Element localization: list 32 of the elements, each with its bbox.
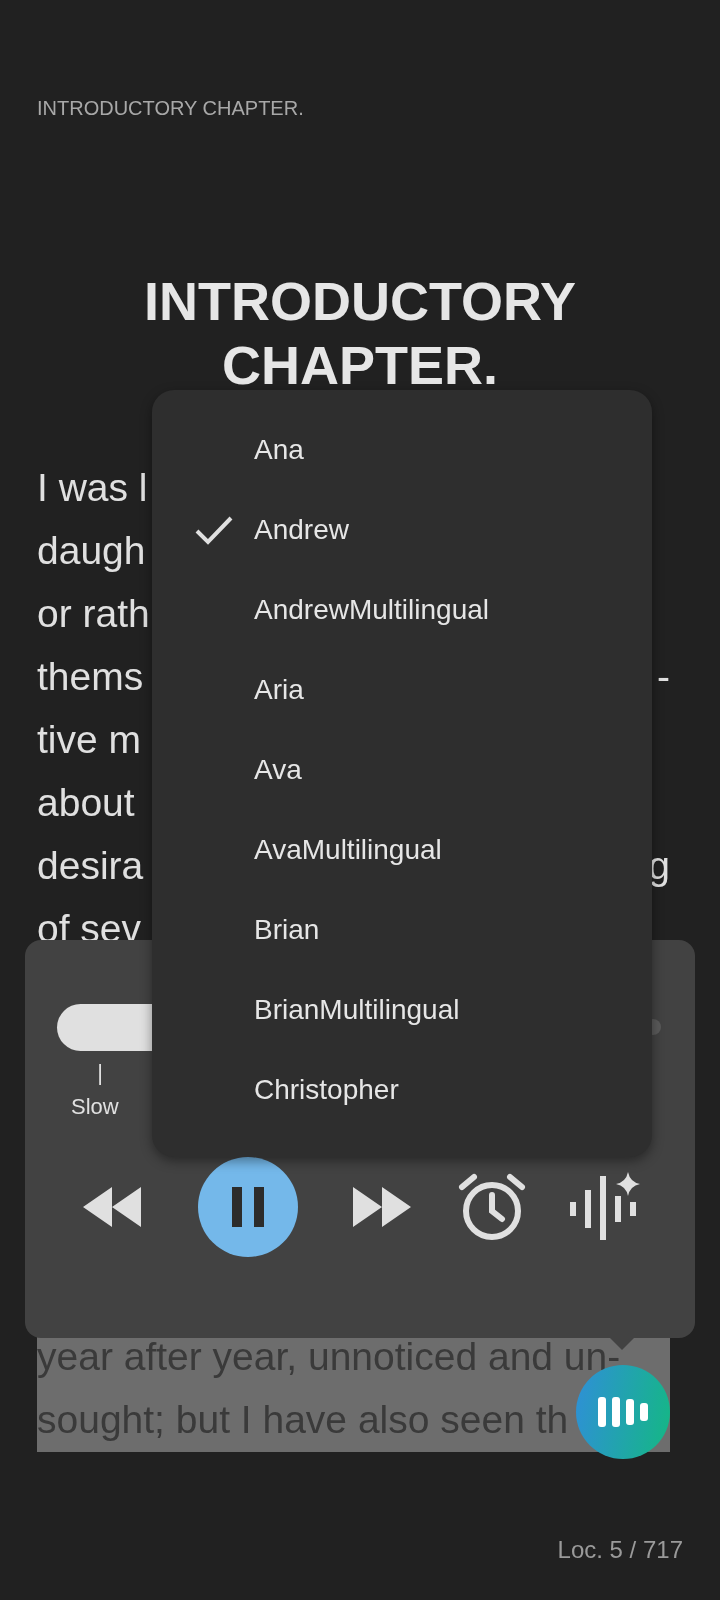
sparkle-waveform-icon <box>570 1172 642 1242</box>
alarm-clock-icon <box>458 1173 526 1241</box>
voice-menu-item[interactable]: AvaMultilingual <box>152 810 652 890</box>
book-text-line: desira <box>37 845 144 886</box>
voice-menu-item[interactable]: AndrewMultilingual <box>152 570 652 650</box>
book-text-line: daugh <box>37 530 146 571</box>
tick-mark: | <box>96 1061 104 1085</box>
rewind-button[interactable] <box>83 1187 143 1227</box>
voice-menu-item[interactable]: BrianMultilingual <box>152 970 652 1050</box>
fast-forward-icon <box>353 1187 413 1227</box>
voice-menu-item[interactable]: Andrew <box>152 490 652 570</box>
voice-menu-item[interactable]: Christopher <box>152 1050 652 1130</box>
rewind-icon <box>83 1187 143 1227</box>
speed-label: Slow <box>71 1095 119 1119</box>
book-text-line: or rath <box>37 593 150 634</box>
voice-menu-item[interactable]: Aria <box>152 650 652 730</box>
sleep-timer-button[interactable] <box>458 1173 526 1241</box>
equalizer-icon <box>598 1397 648 1427</box>
pause-icon <box>232 1187 264 1227</box>
running-header: INTRODUCTORY CHAPTER. <box>37 96 304 120</box>
voice-button[interactable] <box>570 1172 642 1242</box>
book-text-line: about <box>37 782 135 823</box>
voice-menu-item[interactable]: Brian <box>152 890 652 970</box>
book-text-fragment: - <box>657 656 670 697</box>
location-indicator: Loc. 5 / 717 <box>557 1536 683 1564</box>
voice-menu-item[interactable]: Ava <box>152 730 652 810</box>
voice-menu-item[interactable]: Ana <box>152 410 652 490</box>
fast-forward-button[interactable] <box>353 1187 413 1227</box>
book-text-line: tive m <box>37 719 141 760</box>
book-text-line: I was l <box>37 467 148 508</box>
book-text-line: thems <box>37 656 144 697</box>
chapter-title: INTRODUCTORY CHAPTER. <box>143 270 577 397</box>
